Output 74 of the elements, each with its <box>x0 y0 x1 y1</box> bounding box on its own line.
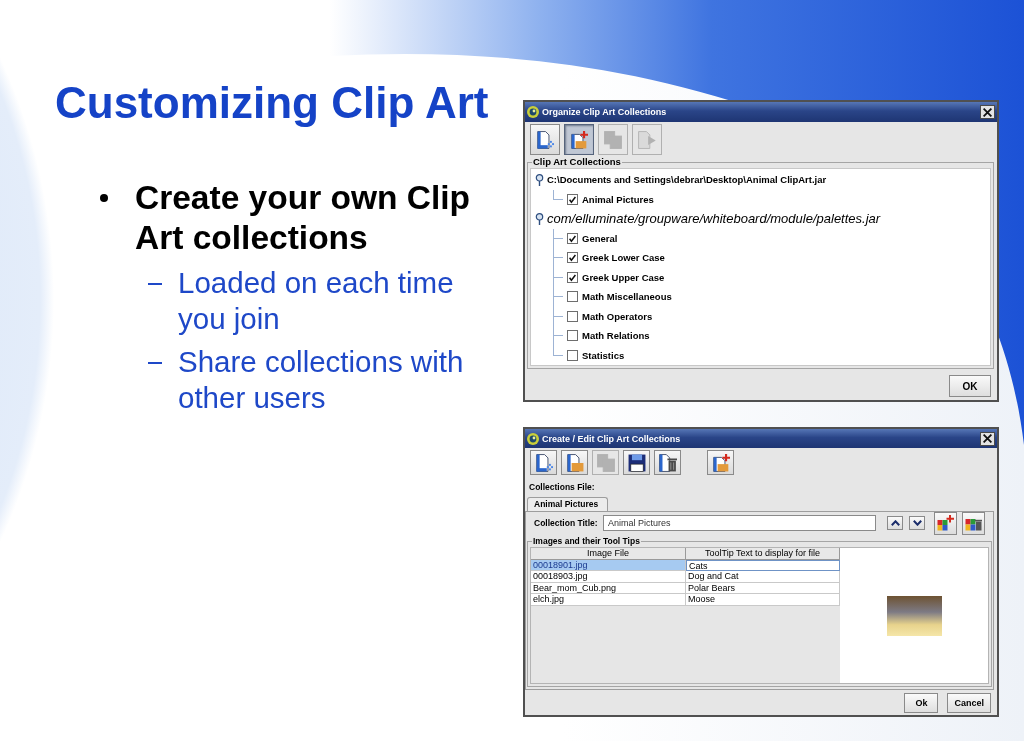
field-label: Collections File: <box>529 482 595 493</box>
close-icon <box>983 107 992 117</box>
down-button[interactable] <box>909 516 925 530</box>
add-image-button[interactable] <box>934 511 957 535</box>
toolbar-button[interactable] <box>707 450 734 475</box>
checkbox[interactable] <box>567 330 578 342</box>
tree-node-label[interactable]: C:\Documents and Settings\debrar\Desktop\Animal ClipArt.jar <box>547 174 827 186</box>
text-field[interactable]: Animal Pictures <box>603 515 876 531</box>
tree-item-label[interactable]: General <box>582 232 618 244</box>
sub-bullet-text: Loaded on each time you join <box>178 265 455 337</box>
table-cell[interactable]: Moose <box>686 594 840 606</box>
dialog-button[interactable]: Ok <box>904 693 939 713</box>
group-label: Clip Art Collections <box>532 156 622 168</box>
page-plus-icon <box>711 453 730 472</box>
expand-handle-icon[interactable] <box>535 173 544 186</box>
toolbar-button[interactable] <box>623 450 650 475</box>
dialog-title: Organize Clip Art Collections <box>542 107 668 117</box>
checkbox[interactable] <box>567 291 578 303</box>
pages-icon <box>596 453 615 472</box>
slide-title: Customizing Clip Art <box>55 77 489 128</box>
tree-item-label[interactable]: Greek Upper Case <box>582 271 665 283</box>
photo-placeholder <box>886 595 942 636</box>
table-cell[interactable]: 00018903.jpg <box>531 571 686 583</box>
toolbar-button[interactable] <box>561 450 588 475</box>
dash-icon <box>148 362 162 364</box>
dialog-title: Create / Edit Clip Art Collections <box>542 433 682 444</box>
table-cell[interactable]: Dog and Cat <box>686 571 840 583</box>
round-logo-icon <box>527 106 539 118</box>
chevron-down-icon <box>912 520 922 526</box>
dash-icon <box>148 283 162 285</box>
tab[interactable]: Animal Pictures <box>527 497 609 511</box>
toolbar-button[interactable] <box>530 124 560 155</box>
page-plus-icon <box>570 130 588 149</box>
chevron-up-icon <box>890 520 900 526</box>
checkbox[interactable] <box>567 310 578 322</box>
tree-item-label[interactable]: Math Miscellaneous <box>582 291 672 303</box>
expand-handle-icon[interactable] <box>535 212 544 225</box>
dialog-button[interactable]: Cancel <box>947 693 991 713</box>
color-blocks-plus-icon <box>937 515 954 531</box>
page-folder-icon <box>565 453 584 472</box>
group-label: Images and their Tool Tips <box>532 536 641 547</box>
tree-item-label[interactable]: Statistics <box>582 349 625 361</box>
checkbox[interactable] <box>567 252 578 264</box>
checkbox[interactable] <box>567 349 578 361</box>
tree-node-label[interactable]: com/elluminate/groupware/whiteboard/module/palettes.jar <box>547 211 881 227</box>
column-header[interactable]: Image File <box>531 548 686 560</box>
tree-item-label[interactable]: Math Relations <box>582 330 650 342</box>
close-button[interactable] <box>980 431 995 446</box>
bullet-icon <box>100 194 108 202</box>
round-logo-icon <box>527 432 539 445</box>
delete-image-button[interactable] <box>962 511 985 535</box>
close-icon <box>983 434 992 443</box>
page-arrow-icon <box>638 130 656 149</box>
checkbox[interactable] <box>567 232 578 244</box>
page-trash-icon <box>658 453 677 472</box>
close-button[interactable] <box>980 105 995 119</box>
tree-item-label[interactable]: Math Operators <box>582 310 653 322</box>
toolbar-button[interactable] <box>530 450 557 475</box>
tree-item-label[interactable]: Greek Lower Case <box>582 252 665 264</box>
pages-icon <box>604 130 622 149</box>
checkbox[interactable] <box>567 271 578 283</box>
tree-item-label[interactable]: Animal Pictures <box>582 193 654 205</box>
dialog-button[interactable]: OK <box>949 375 991 397</box>
checkbox[interactable] <box>567 193 578 205</box>
page-sparkle-icon <box>536 130 554 149</box>
sub-bullet-text: Share collections with other users <box>178 344 465 416</box>
page-sparkle-icon <box>534 453 553 472</box>
bullet-text: Create your own Clip Art collections <box>135 178 472 258</box>
field-label: Collection Title: <box>534 518 599 528</box>
column-header[interactable]: ToolTip Text to display for file <box>686 548 840 560</box>
toolbar-button[interactable] <box>654 450 681 475</box>
toolbar-button[interactable] <box>564 124 594 155</box>
table-cell[interactable]: elch.jpg <box>531 594 686 606</box>
up-button[interactable] <box>887 516 903 530</box>
